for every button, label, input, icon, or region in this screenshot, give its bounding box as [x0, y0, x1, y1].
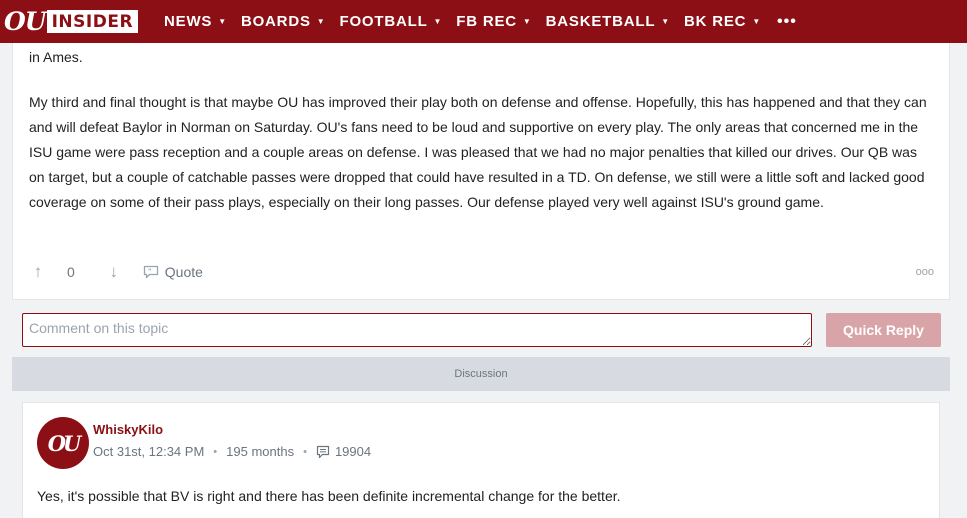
site-logo[interactable]: OU INSIDER — [4, 0, 139, 43]
chevron-down-icon: ▼ — [522, 17, 532, 26]
chevron-down-icon: ▼ — [433, 17, 443, 26]
chevron-down-icon: ▼ — [218, 17, 227, 26]
nav-bk-rec[interactable]: BK REC ▼ — [684, 13, 761, 30]
avatar[interactable]: OU — [37, 417, 89, 469]
nav-label: NEWS — [164, 13, 213, 30]
reply-meta: Oct 31st, 12:34 PM • 195 months • 19904 — [93, 444, 371, 459]
chevron-down-icon: ▼ — [752, 17, 762, 26]
svg-text:": " — [148, 268, 152, 276]
post-card: in Ames. My third and final thought is t… — [12, 43, 950, 300]
post-actions: ↑ 0 ↓ " Quote ooo — [29, 259, 934, 285]
meta-separator: • — [213, 445, 218, 458]
post-body: in Ames. My third and final thought is t… — [29, 45, 934, 235]
upvote-arrow-icon[interactable]: ↑ — [29, 262, 47, 282]
message-icon — [316, 445, 330, 459]
post-paragraph: in Ames. — [29, 49, 83, 65]
logo-ou-mark: OU — [4, 7, 47, 36]
discussion-divider: Discussion — [12, 357, 950, 391]
nav-label: BASKETBALL — [545, 13, 656, 30]
meta-separator: • — [303, 445, 307, 458]
nav-basketball[interactable]: BASKETBALL ▼ — [546, 13, 670, 30]
quote-button[interactable]: " Quote — [143, 264, 203, 280]
chevron-down-icon: ▼ — [316, 17, 326, 26]
quick-reply-button[interactable]: Quick Reply — [826, 313, 941, 347]
quote-icon: " — [143, 265, 159, 279]
reply-body: Yes, it's possible that BV is right and … — [37, 488, 621, 504]
downvote-arrow-icon[interactable]: ↓ — [105, 262, 123, 282]
logo-insider-text: INSIDER — [46, 10, 139, 33]
reply-card: OU WhiskyKilo Oct 31st, 12:34 PM • 195 m… — [22, 402, 940, 518]
comment-input[interactable] — [22, 313, 812, 347]
nav-news[interactable]: NEWS ▼ — [164, 13, 227, 30]
vote-count: 0 — [67, 264, 75, 280]
post-count: 19904 — [316, 444, 371, 459]
nav-football[interactable]: FOOTBALL ▼ — [339, 13, 442, 30]
nav-label: FB REC — [456, 13, 517, 30]
top-nav-bar: OU INSIDER NEWS ▼ BOARDS ▼ FOOTBALL ▼ FB RE… — [0, 0, 967, 43]
post-count-value: 19904 — [334, 444, 372, 459]
member-tenure: 195 months — [226, 444, 295, 459]
nav-fb-rec[interactable]: FB REC ▼ — [456, 13, 531, 30]
nav-boards[interactable]: BOARDS ▼ — [241, 13, 326, 30]
nav-label: BK REC — [684, 13, 747, 30]
discussion-label: Discussion — [454, 368, 508, 380]
more-options-icon[interactable]: ooo — [916, 266, 934, 278]
quote-label: Quote — [164, 264, 203, 280]
author-name[interactable]: WhiskyKilo — [93, 422, 163, 437]
ou-logo-icon: OU — [47, 430, 82, 456]
nav-label: FOOTBALL — [339, 13, 428, 30]
main-nav: NEWS ▼ BOARDS ▼ FOOTBALL ▼ FB REC ▼ BASKETBA… — [164, 13, 797, 31]
nav-more-button[interactable]: ••• — [777, 13, 797, 31]
post-paragraph: My third and final thought is that maybe… — [29, 94, 927, 210]
nav-label: BOARDS — [240, 13, 311, 30]
reply-timestamp[interactable]: Oct 31st, 12:34 PM — [93, 444, 204, 459]
chevron-down-icon: ▼ — [661, 17, 671, 26]
